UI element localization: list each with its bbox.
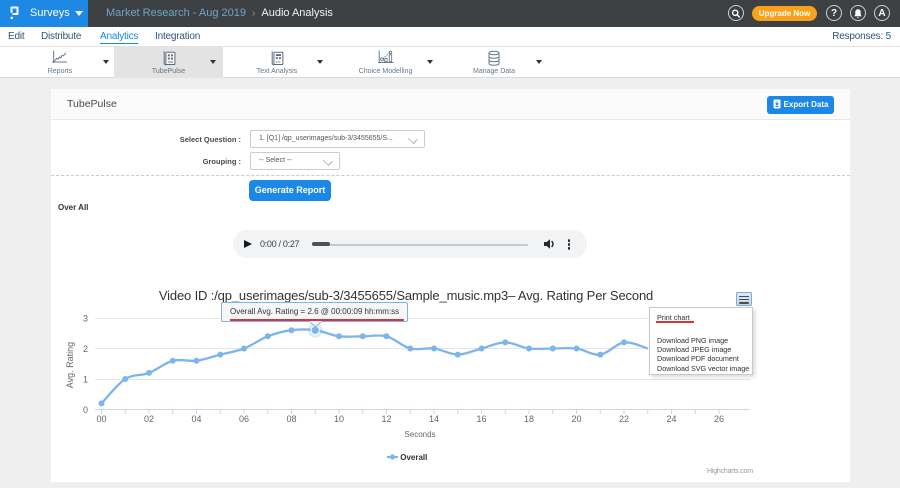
svg-text:1: 1: [83, 375, 88, 385]
svg-text:02: 02: [144, 414, 154, 424]
svg-text:08: 08: [286, 414, 296, 424]
svg-text:Avg. Rating: Avg. Rating: [65, 342, 75, 388]
svg-text:24: 24: [666, 414, 676, 424]
svg-text:22: 22: [619, 414, 629, 424]
svg-text:04: 04: [191, 414, 201, 424]
svg-text:00: 00: [96, 414, 106, 424]
svg-text:18: 18: [524, 414, 534, 424]
svg-text:2: 2: [83, 344, 88, 354]
svg-text:16: 16: [476, 414, 486, 424]
svg-text:20: 20: [571, 414, 581, 424]
svg-text:12: 12: [381, 414, 391, 424]
svg-text:06: 06: [239, 414, 249, 424]
svg-text:26: 26: [714, 414, 724, 424]
svg-text:0: 0: [83, 405, 88, 415]
svg-text:10: 10: [334, 414, 344, 424]
svg-text:3: 3: [83, 314, 88, 324]
svg-text:Seconds: Seconds: [404, 430, 435, 439]
svg-text:14: 14: [429, 414, 439, 424]
